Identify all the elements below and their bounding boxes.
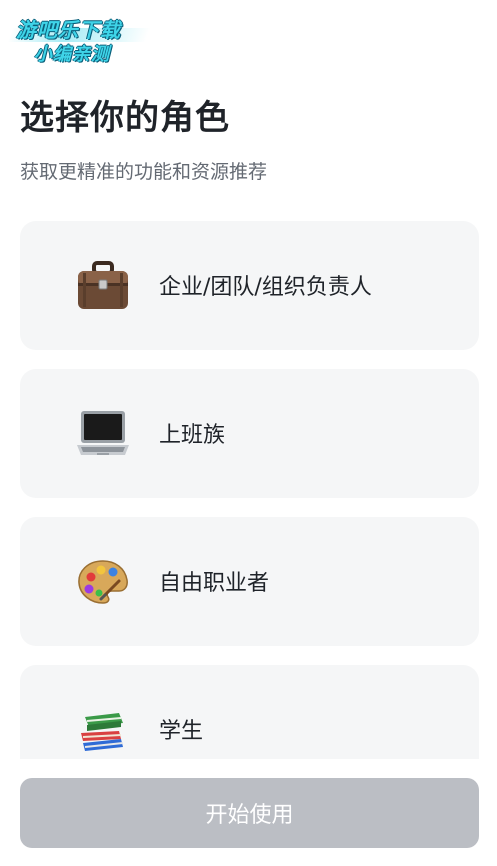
page-title: 选择你的角色 — [20, 98, 230, 138]
start-button[interactable]: 开始使用 — [20, 778, 479, 848]
books-icon — [81, 713, 124, 751]
role-label: 企业/团队/组织负责人 — [159, 275, 372, 300]
role-card-office-worker[interactable]: 上班族 — [20, 369, 479, 498]
role-label: 上班族 — [159, 423, 226, 448]
role-card-business-leader[interactable]: 企业/团队/组织负责人 — [20, 221, 479, 350]
laptop-icon — [77, 411, 129, 455]
role-label: 学生 — [159, 719, 204, 744]
page-subtitle: 获取更精准的功能和资源推荐 — [20, 161, 268, 183]
briefcase-icon — [78, 261, 128, 309]
role-list[interactable]: 企业/团队/组织负责人 上班族 自由职业者 学生 — [20, 221, 479, 759]
role-card-student[interactable]: 学生 — [20, 665, 479, 759]
watermark-line-1: 游吧乐下载 — [16, 18, 121, 42]
role-label: 自由职业者 — [159, 571, 270, 596]
role-selection-screen: 游吧乐下载 小编亲测 选择你的角色 获取更精准的功能和资源推荐 企业/团队/组织… — [0, 0, 497, 866]
palette-icon — [78, 560, 128, 604]
role-card-freelancer[interactable]: 自由职业者 — [20, 517, 479, 646]
watermark-line-2: 小编亲测 — [34, 44, 110, 65]
watermark-logo: 游吧乐下载 小编亲测 — [7, 10, 151, 66]
